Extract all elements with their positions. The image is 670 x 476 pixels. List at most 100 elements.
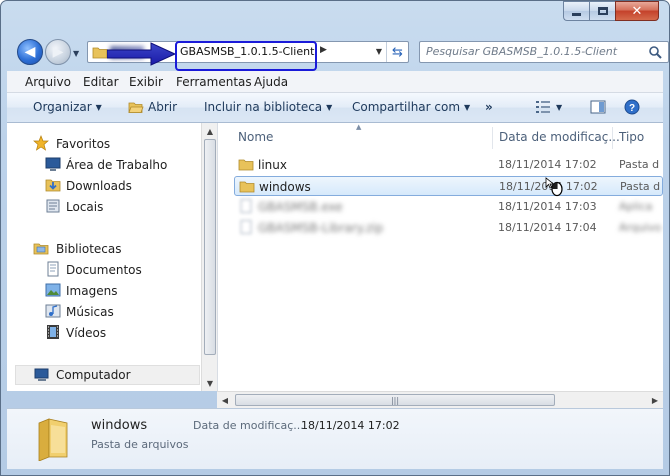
folder-icon — [239, 179, 255, 193]
help-icon[interactable]: ? — [624, 99, 640, 115]
column-divider[interactable] — [492, 127, 493, 149]
scrollbar-thumb[interactable]: ||| — [235, 394, 555, 406]
file-type: Arquivo — [619, 221, 662, 234]
folder-icon — [92, 47, 108, 59]
column-header-date[interactable]: Data de modificaç... — [499, 130, 620, 152]
more-commands-button[interactable]: » — [485, 100, 493, 114]
nav-images[interactable]: Imagens — [66, 284, 117, 298]
close-button[interactable]: ✕ — [615, 1, 659, 21]
images-icon — [45, 283, 61, 297]
column-divider[interactable] — [612, 127, 613, 149]
file-name: windows — [259, 180, 311, 194]
chevron-right-icon[interactable]: ▶ — [320, 45, 327, 55]
open-folder-icon — [128, 102, 144, 113]
file-name: GBASMSB-Library.zip — [258, 221, 384, 235]
include-library-button[interactable]: Incluir na biblioteca ▼ — [204, 100, 332, 114]
menu-arquivo[interactable]: Arquivo — [25, 75, 71, 89]
nav-libraries[interactable]: Bibliotecas — [56, 242, 121, 256]
scrollbar-thumb[interactable] — [204, 139, 216, 355]
file-type: Pasta d — [620, 180, 661, 193]
view-dropdown-icon[interactable]: ▼ — [556, 103, 562, 112]
file-date: 18/11/2014 17:02 — [498, 158, 597, 171]
details-item-name: windows — [91, 418, 148, 433]
mouse-cursor-icon — [545, 177, 563, 197]
navigation-pane: Favoritos Área de Trabalho Downloads Loc… — [7, 123, 204, 391]
nav-favorites[interactable]: Favoritos — [56, 137, 110, 151]
file-name: GBASMSB.exe — [258, 200, 343, 214]
explorer-window: ✕ ◀ ▶ ▼ GBASMSB_1.0.1.5-Client ▶ ▼ ⇆ Pes… — [0, 0, 670, 476]
menu-exibir[interactable]: Exibir — [129, 75, 163, 89]
share-label: Compartilhar com — [352, 100, 461, 114]
refresh-button[interactable]: ⇆ — [386, 42, 408, 62]
details-pane: windows Pasta de arquivos Data de modifi… — [7, 408, 663, 469]
folder-large-icon — [38, 418, 68, 461]
back-button[interactable]: ◀ — [17, 39, 43, 65]
back-arrow-icon: ◀ — [24, 44, 36, 60]
forward-button[interactable]: ▶ — [45, 39, 71, 65]
scroll-left-arrow-icon[interactable]: ◀ — [217, 392, 233, 409]
command-bar: Organizar ▼ Abrir Incluir na biblioteca ▼ … — [7, 93, 663, 123]
open-button[interactable]: Abrir — [148, 100, 177, 114]
nav-videos[interactable]: Vídeos — [66, 326, 106, 340]
music-icon — [45, 304, 61, 318]
file-list-pane: ▲ Nome Data de modificaç... Tipo linux 18… — [217, 123, 663, 391]
nav-downloads[interactable]: Downloads — [66, 179, 132, 193]
file-icon — [238, 199, 254, 213]
organize-button[interactable]: Organizar ▼ — [33, 100, 102, 114]
nav-places[interactable]: Locais — [66, 200, 103, 214]
file-row[interactable]: GBASMSB-Library.zip 18/11/2014 17:04 Arqui… — [234, 218, 663, 238]
file-name: linux — [258, 158, 287, 172]
minimize-button[interactable] — [563, 1, 589, 21]
preview-pane-icon[interactable] — [590, 99, 606, 115]
libraries-icon — [33, 243, 49, 255]
nav-computer-row[interactable]: Computador — [15, 365, 200, 385]
file-date: 18/11/2014 17:03 — [498, 200, 597, 213]
forward-arrow-icon: ▶ — [52, 44, 64, 60]
videos-icon — [47, 325, 59, 339]
menu-ajuda[interactable]: Ajuda — [254, 75, 288, 89]
address-history-dropdown[interactable]: ▼ — [376, 47, 382, 56]
window-controls: ✕ — [563, 1, 659, 23]
documents-icon — [47, 261, 59, 277]
dropdown-arrow-icon: ▼ — [326, 103, 333, 112]
nav-music[interactable]: Músicas — [66, 305, 114, 319]
search-placeholder: Pesquisar GBASMSB_1.0.1.5-Client — [426, 45, 618, 58]
horizontal-scrollbar[interactable]: ◀ ||| ▶ — [217, 391, 663, 408]
column-header-name[interactable]: Nome — [238, 130, 273, 152]
close-icon: ✕ — [631, 3, 643, 19]
menu-ferramentas[interactable]: Ferramentas — [176, 75, 252, 89]
column-header-type[interactable]: Tipo — [619, 130, 644, 152]
file-row[interactable]: GBASMSB.exe 18/11/2014 17:03 Aplica — [234, 197, 663, 217]
svg-text:?: ? — [629, 103, 635, 114]
share-button[interactable]: Compartilhar com ▼ — [352, 100, 470, 114]
annotation-arrow-icon — [107, 42, 177, 66]
computer-icon — [34, 368, 49, 381]
places-icon — [46, 199, 60, 213]
navigation-scrollbar[interactable]: ▲ ▼ — [201, 123, 217, 391]
file-date: 18/11/2014 17:04 — [498, 221, 597, 234]
file-row[interactable]: linux 18/11/2014 17:02 Pasta d — [234, 155, 663, 175]
details-date-value: 18/11/2014 17:02 — [301, 419, 400, 432]
maximize-icon — [597, 7, 608, 15]
scroll-right-arrow-icon[interactable]: ▶ — [647, 392, 663, 409]
recent-pages-dropdown[interactable]: ▼ — [73, 49, 79, 58]
scroll-down-arrow-icon[interactable]: ▼ — [202, 375, 218, 391]
refresh-icon: ⇆ — [392, 44, 403, 60]
details-date-label: Data de modificaç... — [193, 419, 304, 432]
star-icon — [33, 135, 49, 151]
search-icon[interactable] — [648, 45, 662, 59]
nav-desktop[interactable]: Área de Trabalho — [66, 158, 167, 172]
nav-documents[interactable]: Documentos — [66, 263, 142, 277]
maximize-button[interactable] — [589, 1, 615, 21]
search-input[interactable]: Pesquisar GBASMSB_1.0.1.5-Client — [419, 41, 669, 63]
view-options-icon[interactable] — [535, 99, 551, 115]
dropdown-arrow-icon: ▼ — [95, 103, 102, 112]
nav-computer: Computador — [56, 368, 131, 382]
file-row-selected[interactable]: windows 18/11/2014 17:02 Pasta d — [234, 176, 663, 197]
menu-bar: Arquivo Editar Exibir Ferramentas Ajuda — [7, 71, 663, 93]
file-icon — [238, 220, 254, 234]
scroll-up-arrow-icon[interactable]: ▲ — [202, 123, 218, 139]
dropdown-arrow-icon: ▼ — [464, 103, 471, 112]
menu-editar[interactable]: Editar — [83, 75, 119, 89]
file-type: Pasta d — [619, 158, 660, 171]
